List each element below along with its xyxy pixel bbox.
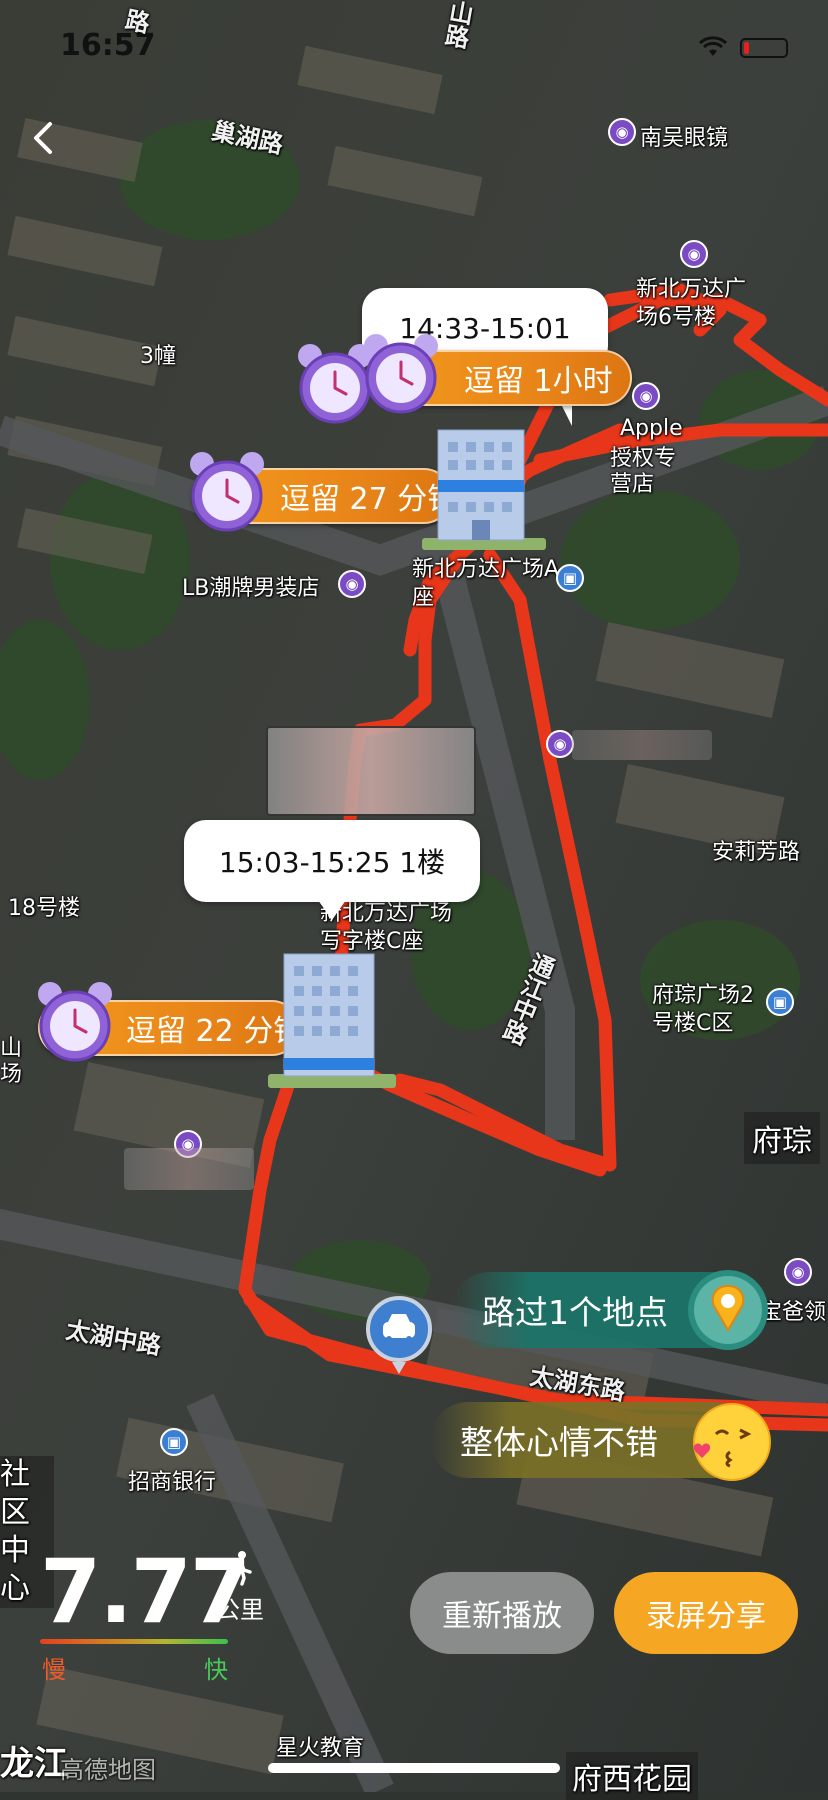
home-indicator[interactable] [268,1763,560,1773]
chevron-left-icon [34,122,52,154]
time-range-label: 15:03-15:25 1楼 [218,846,446,879]
record-share-button-label: 录屏分享 [646,1599,766,1634]
poi-wanda6[interactable]: 新北万达广场6号楼 [636,276,756,332]
location-globe-icon [688,1270,768,1350]
battery-icon [740,38,788,58]
blurred-label [266,726,476,816]
alarm-clock-icon [364,334,438,414]
poi-zhuanying[interactable]: 授权专营店 [610,446,690,498]
time-bubble-stop3[interactable]: 15:03-15:25 1楼 [184,820,480,920]
office-icon[interactable]: ▣ [766,988,794,1016]
office-icon[interactable]: ▣ [556,564,584,592]
walking-person-icon [228,1551,252,1586]
alarm-clock-icon [38,982,112,1062]
bank-icon[interactable]: ▣ [160,1428,188,1456]
kiss-emoji-icon [693,1403,771,1481]
apple-store-icon[interactable]: ◉ [632,382,660,410]
shopping-icon[interactable]: ◉ [784,1258,812,1286]
poi-fucong: 府琮 [744,1112,820,1164]
poi-fuxi: 府西花园 [566,1752,698,1800]
back-button[interactable] [26,118,62,158]
replay-button[interactable]: 重新播放 [410,1572,594,1654]
speed-slow-label: 慢 [42,1656,66,1684]
shopping-icon[interactable]: ◉ [680,240,708,268]
poi-anli: 安莉芳路 [712,840,801,865]
stay-label: 逗留 1小时 [464,364,613,399]
car-pin-icon[interactable] [364,1296,434,1376]
speed-legend-bar [40,1639,228,1644]
speed-fast-label: 快 [204,1656,228,1684]
blurred-label [572,730,712,760]
blurred-label [124,1148,254,1190]
poi-18: 18号楼 [8,896,80,921]
shopping-bag-icon[interactable]: ◉ [546,730,574,758]
poi-mountain: 山场 [0,1036,23,1087]
office-building-icon[interactable] [264,944,400,1094]
poi-nanwu[interactable]: 南吴眼镜 [640,120,728,152]
poi-fucong2[interactable]: 府琮广场2号楼C区 [652,982,770,1038]
mood-label: 整体心情不错 [460,1423,658,1462]
poi-apple[interactable]: Apple [620,416,683,441]
distance-unit: 公里 [216,1596,264,1624]
poi-zhaoshang[interactable]: 招商银行 [128,1464,216,1496]
office-building-icon[interactable] [418,420,550,556]
glasses-shop-icon[interactable]: ◉ [608,118,636,146]
map-watermark: 高德地图 [60,1756,156,1784]
alarm-clock-icon [190,452,264,532]
wifi-icon [698,36,728,62]
record-share-button[interactable]: 录屏分享 [614,1572,798,1654]
poi-longjiang: 龙江 [0,1744,68,1784]
poi-building3: 3幢 [140,344,176,369]
passed-places-label: 路过1个地点 [482,1293,668,1332]
replay-button-label: 重新播放 [442,1599,562,1634]
clothing-shop-icon[interactable]: ◉ [338,570,366,598]
poi-lb[interactable]: LB潮牌男装店 [182,570,319,602]
poi-xinghuo[interactable]: 星火教育 [276,1730,364,1762]
poi-wandaA[interactable]: 新北万达广场A座 [412,556,560,612]
